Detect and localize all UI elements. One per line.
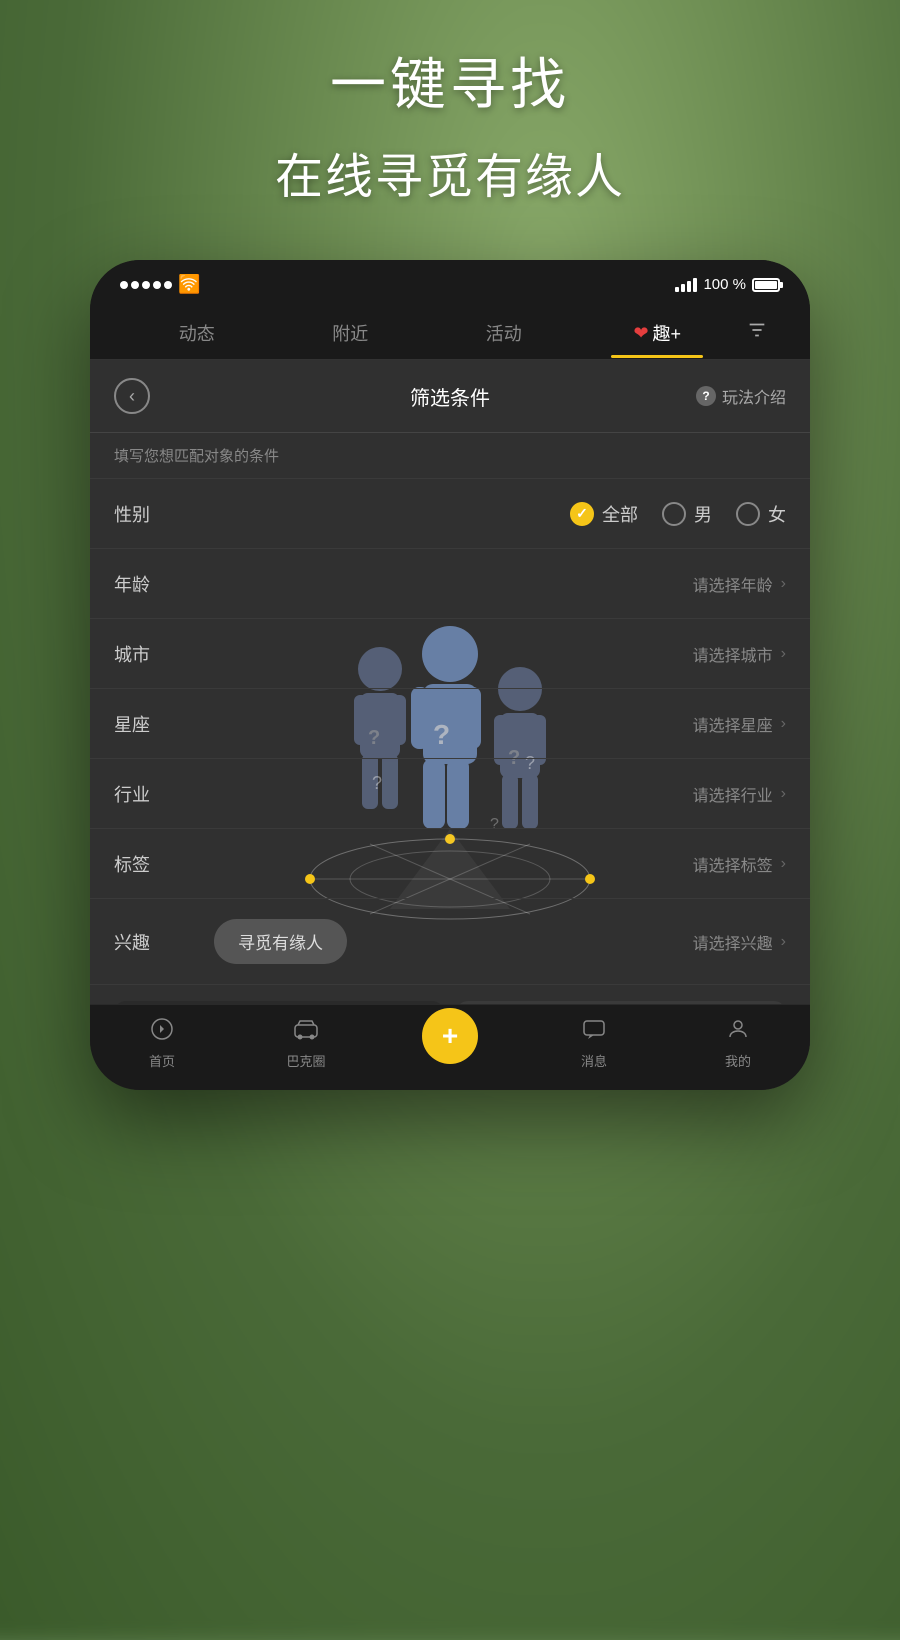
tab-huodong[interactable]: 活动: [427, 312, 581, 358]
gender-filter-row: 性别 全部 男 女: [90, 479, 810, 549]
gender-all[interactable]: 全部: [570, 501, 638, 527]
tag-value: 请选择标签 ›: [693, 852, 786, 876]
help-icon: ?: [696, 386, 716, 406]
industry-label: 行业: [114, 781, 174, 807]
constellation-chevron: ›: [781, 715, 786, 733]
filter-rows: ? ?: [90, 479, 810, 985]
constellation-filter-row[interactable]: 星座 请选择星座 ›: [90, 689, 810, 759]
industry-value: 请选择行业 ›: [693, 782, 786, 806]
tab-qu[interactable]: ❤ 趣+: [581, 312, 735, 358]
gender-male-radio[interactable]: [662, 502, 686, 526]
panel-title: 筛选条件: [410, 382, 490, 411]
cellular-icon: [675, 278, 697, 292]
help-button[interactable]: ? 玩法介绍: [696, 384, 786, 408]
gender-female-radio[interactable]: [736, 502, 760, 526]
age-label: 年龄: [114, 571, 174, 597]
tag-label: 标签: [114, 851, 174, 877]
constellation-label: 星座: [114, 711, 174, 737]
age-chevron: ›: [781, 575, 786, 593]
wifi-icon: 🛜: [178, 274, 200, 295]
phone-mockup: 🛜 100 % 动态 附近 活动 ❤: [90, 260, 810, 1090]
back-button[interactable]: ‹: [114, 378, 150, 414]
nav-home[interactable]: 首页: [127, 1017, 197, 1070]
city-value: 请选择城市 ›: [693, 642, 786, 666]
car-icon: [293, 1017, 319, 1047]
status-right: 100 %: [675, 276, 780, 293]
nav-messages[interactable]: 消息: [559, 1017, 629, 1070]
industry-filter-row[interactable]: 行业 请选择行业 ›: [90, 759, 810, 829]
panel-subtitle: 填写您想匹配对象的条件: [90, 433, 810, 479]
tag-filter-row[interactable]: 标签 请选择标签 ›: [90, 829, 810, 899]
city-filter-row[interactable]: 城市 请选择城市 ›: [90, 619, 810, 689]
message-icon: [582, 1017, 606, 1047]
filter-icon[interactable]: [734, 311, 780, 359]
city-label: 城市: [114, 641, 174, 667]
panel-header: ‹ 筛选条件 ? 玩法介绍: [90, 360, 810, 433]
profile-icon: [726, 1017, 750, 1047]
battery-icon: [752, 278, 780, 292]
tab-fujin[interactable]: 附近: [274, 312, 428, 358]
age-filter-row[interactable]: 年龄 请选择年龄 ›: [90, 549, 810, 619]
xunmi-button[interactable]: 寻觅有缘人: [214, 919, 347, 964]
hero-section: 一键寻找 在线寻觅有缘人: [0, 40, 900, 207]
add-button[interactable]: +: [422, 1008, 478, 1064]
city-chevron: ›: [781, 645, 786, 663]
home-icon: [150, 1017, 174, 1047]
tag-chevron: ›: [781, 855, 786, 873]
interest-filter-row[interactable]: 兴趣 寻觅有缘人 请选择兴趣 ›: [90, 899, 810, 985]
gender-male[interactable]: 男: [662, 501, 712, 527]
interest-value: 请选择兴趣 ›: [693, 930, 786, 954]
gender-all-radio[interactable]: [570, 502, 594, 526]
gender-female[interactable]: 女: [736, 501, 786, 527]
signal-dots: [120, 281, 172, 289]
status-left: 🛜: [120, 274, 200, 295]
gender-label: 性别: [114, 501, 174, 527]
filter-panel: ‹ 筛选条件 ? 玩法介绍 填写您想匹配对象的条件: [90, 360, 810, 1090]
nav-tabs: 动态 附近 活动 ❤ 趣+: [90, 303, 810, 360]
age-value: 请选择年龄 ›: [693, 572, 786, 596]
interest-chevron: ›: [781, 933, 786, 951]
nav-profile[interactable]: 我的: [703, 1017, 773, 1070]
industry-chevron: ›: [781, 785, 786, 803]
interest-label: 兴趣: [114, 929, 174, 955]
hero-subtitle: 在线寻觅有缘人: [0, 137, 900, 207]
nav-bakequan[interactable]: 巴克圈: [271, 1017, 341, 1070]
heart-icon: ❤: [633, 323, 648, 344]
constellation-value: 请选择星座 ›: [693, 712, 786, 736]
status-bar: 🛜 100 %: [90, 260, 810, 303]
gender-options: 全部 男 女: [570, 501, 786, 527]
bottom-navigation: 首页 巴克圈 +: [90, 1004, 810, 1090]
tab-dongtai[interactable]: 动态: [120, 312, 274, 358]
battery-percent: 100 %: [703, 276, 746, 293]
nav-add[interactable]: +: [415, 1024, 485, 1064]
hero-title: 一键寻找: [0, 40, 900, 121]
